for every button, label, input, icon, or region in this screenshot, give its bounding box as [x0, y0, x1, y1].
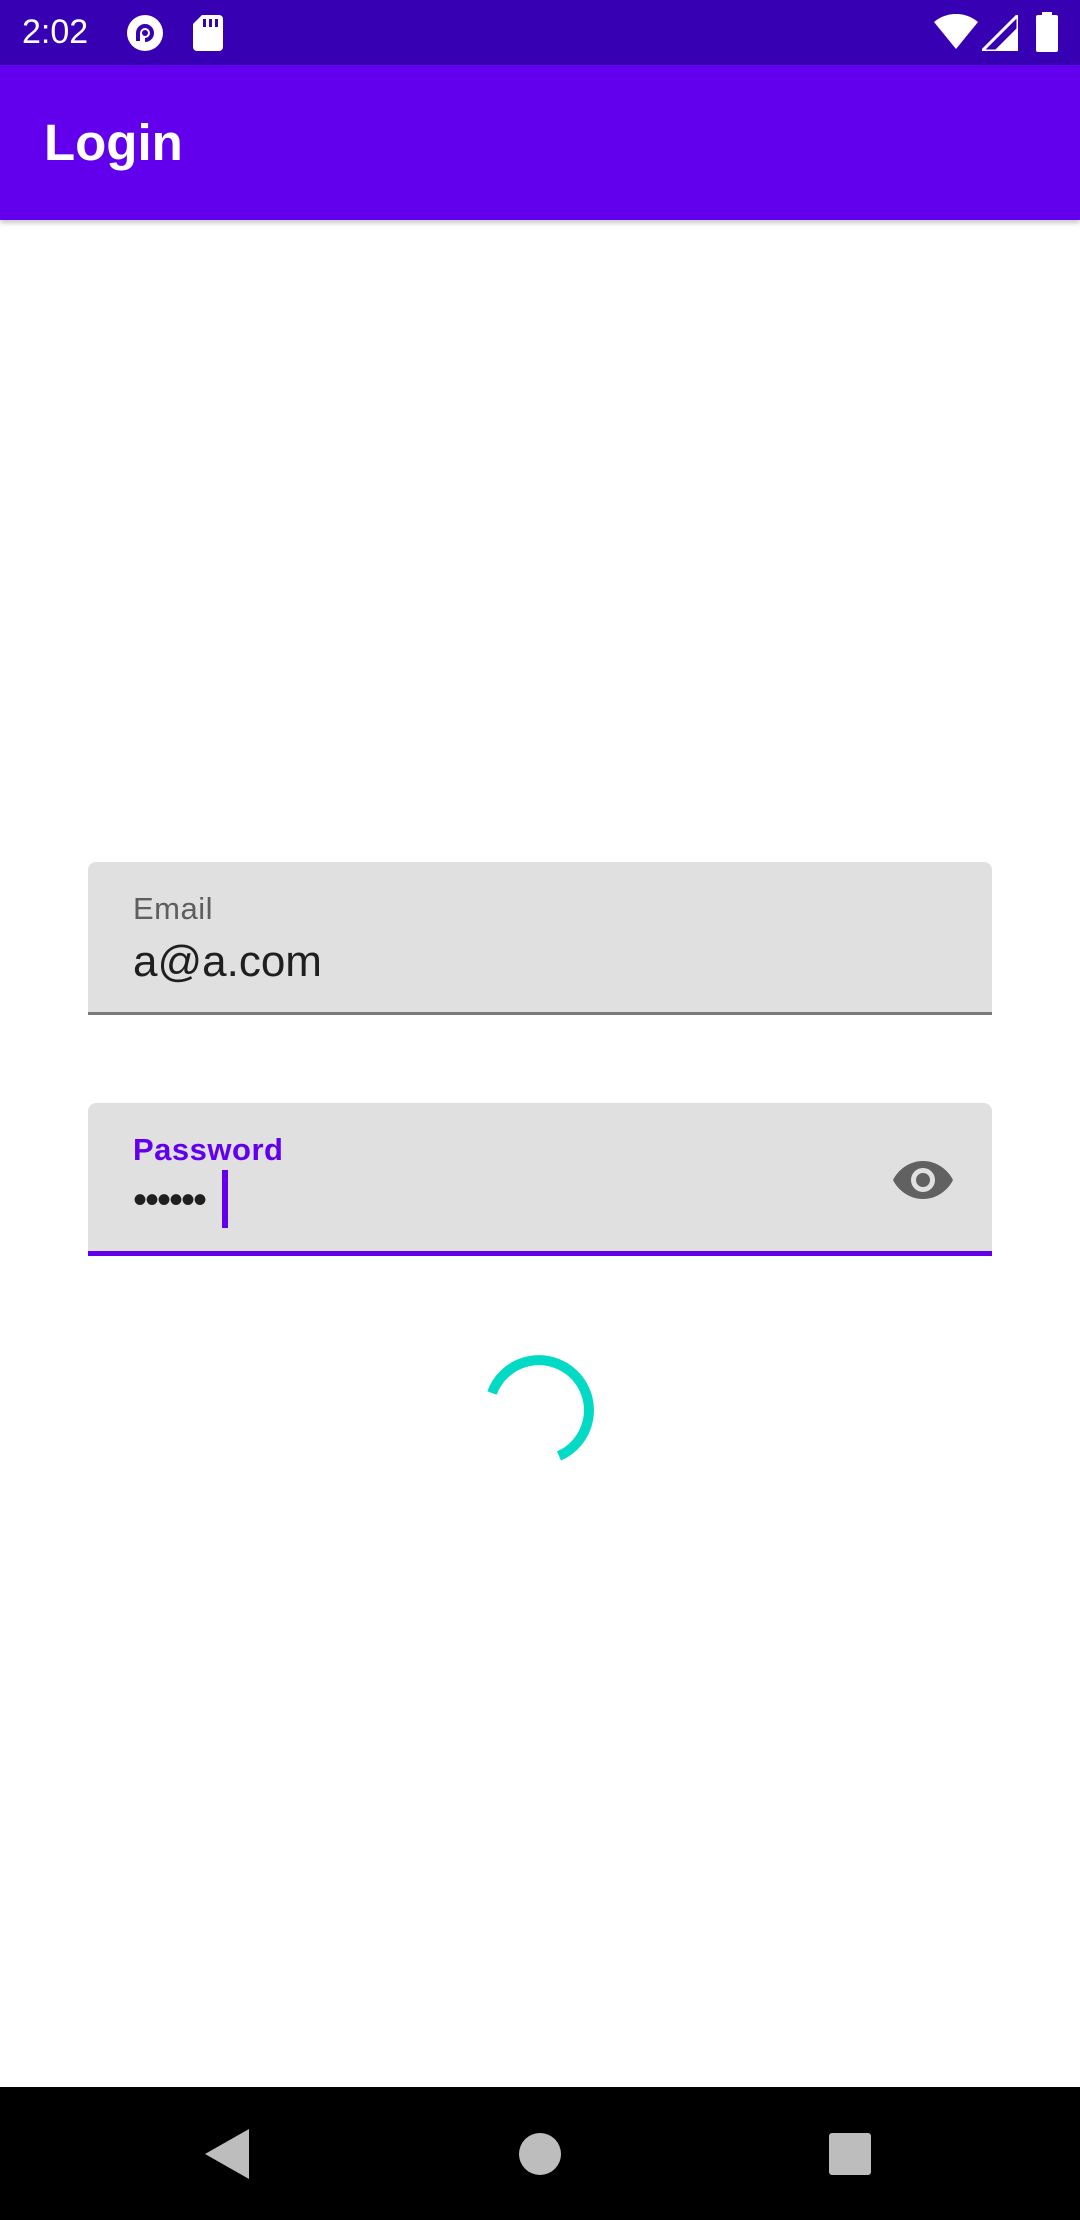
cellular-signal-icon: [982, 15, 1018, 51]
email-value: a@a.com: [133, 937, 322, 986]
password-value: ••••••: [133, 1178, 207, 1222]
pocket-casts-icon: [127, 15, 163, 51]
password-field[interactable]: Password ••••••: [88, 1103, 992, 1256]
navigation-bar: [0, 2087, 1080, 2220]
battery-icon: [1036, 12, 1058, 52]
password-label: Password: [133, 1132, 284, 1167]
status-time: 2:02: [22, 13, 89, 51]
app-bar: Login: [0, 65, 1080, 220]
page-title: Login: [44, 114, 183, 171]
password-visibility-toggle[interactable]: [891, 1148, 955, 1212]
home-button[interactable]: [498, 2112, 582, 2196]
recents-icon: [829, 2133, 871, 2175]
eye-icon: [893, 1161, 953, 1199]
back-button[interactable]: [185, 2112, 269, 2196]
home-icon: [519, 2133, 561, 2175]
sd-card-icon: [193, 15, 223, 51]
loading-spinner: [487, 1355, 594, 1461]
status-bar: 2:02: [0, 0, 1080, 65]
email-field[interactable]: Email a@a.com: [88, 862, 992, 1015]
wifi-icon: [934, 14, 978, 49]
text-cursor: [222, 1170, 228, 1228]
back-icon: [205, 2129, 249, 2179]
recents-button[interactable]: [808, 2112, 892, 2196]
email-label: Email: [133, 891, 214, 926]
